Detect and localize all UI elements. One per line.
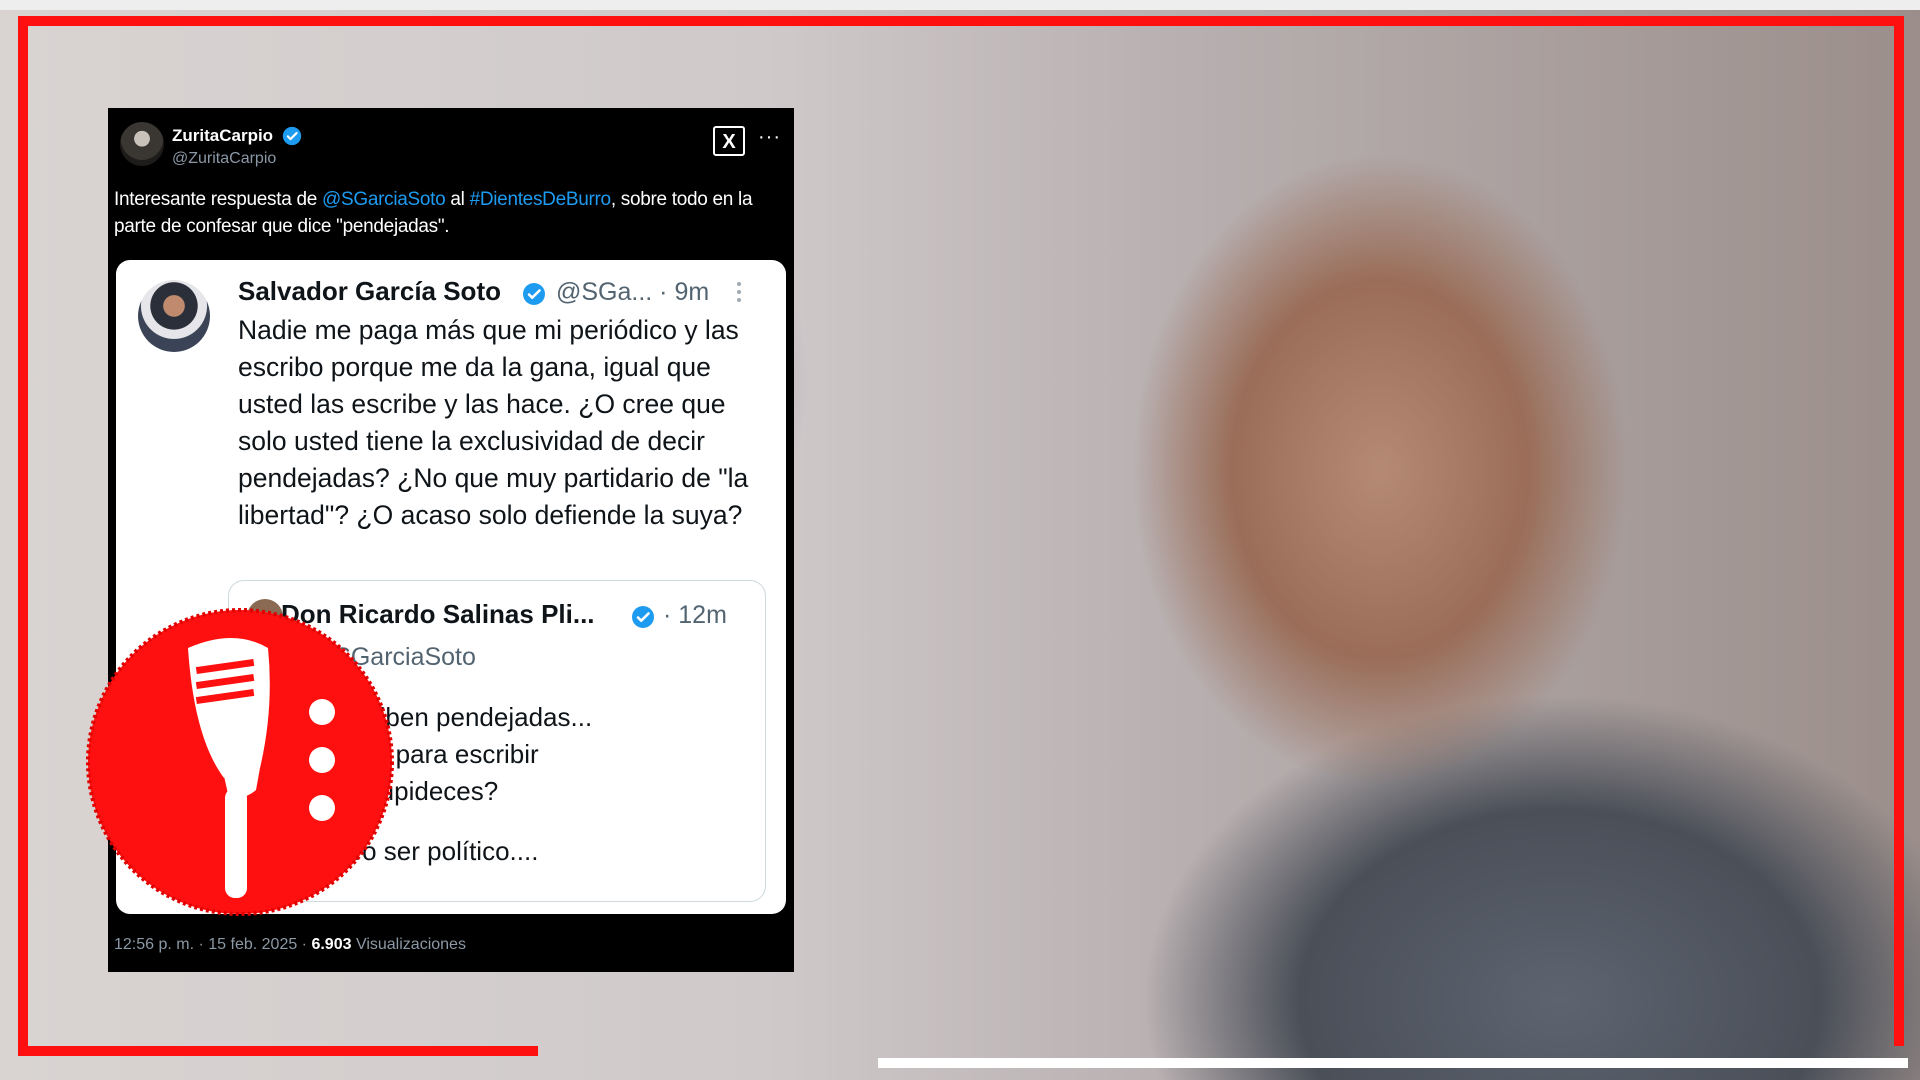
verified-badge-icon [282, 126, 302, 146]
more-vertical-icon [737, 282, 741, 302]
frame-bottom-white [878, 1058, 1908, 1068]
tweet-text: Interesante respuesta de @SGarciaSoto al… [114, 186, 784, 240]
author-name[interactable]: ZuritaCarpio [172, 126, 273, 146]
tweet-footer: 12:56 p. m. · 15 feb. 2025 · 6.903 Visua… [114, 936, 466, 954]
tweet-text-part: Interesante respuesta de [114, 189, 322, 210]
more-options-icon[interactable]: ··· [758, 126, 781, 149]
quoted-time: · 12m [663, 601, 727, 629]
frame-bottom [18, 1046, 538, 1056]
verified-badge-icon [632, 606, 654, 628]
avatar[interactable] [120, 122, 164, 166]
frame-top-white [0, 0, 1920, 10]
verified-badge-icon [523, 283, 545, 305]
hashtag-link[interactable]: #DientesDeBurro [470, 189, 612, 210]
embedded-avatar [138, 280, 210, 352]
embedded-tweet-text: Nadie me paga más que mi periódico y las… [238, 315, 749, 530]
timestamp[interactable]: 12:56 p. m. · 15 feb. 2025 · [114, 936, 311, 953]
author-handle[interactable]: @ZuritaCarpio [172, 150, 276, 168]
embedded-handle-time: @SGa... · 9m [556, 278, 710, 306]
views-count: 6.903 [311, 936, 352, 953]
frame-top [18, 16, 1898, 26]
embedded-author-name: Salvador García Soto [238, 276, 501, 306]
mention-link[interactable]: @SGarciaSoto [322, 189, 446, 210]
tweet-text-part: al [445, 189, 470, 210]
x-logo-icon[interactable]: X [713, 126, 745, 156]
frame-left [18, 16, 28, 1054]
frame-right [1894, 16, 1904, 1046]
views-label: Visualizaciones [351, 936, 466, 953]
microphone-logo-icon [86, 608, 394, 916]
